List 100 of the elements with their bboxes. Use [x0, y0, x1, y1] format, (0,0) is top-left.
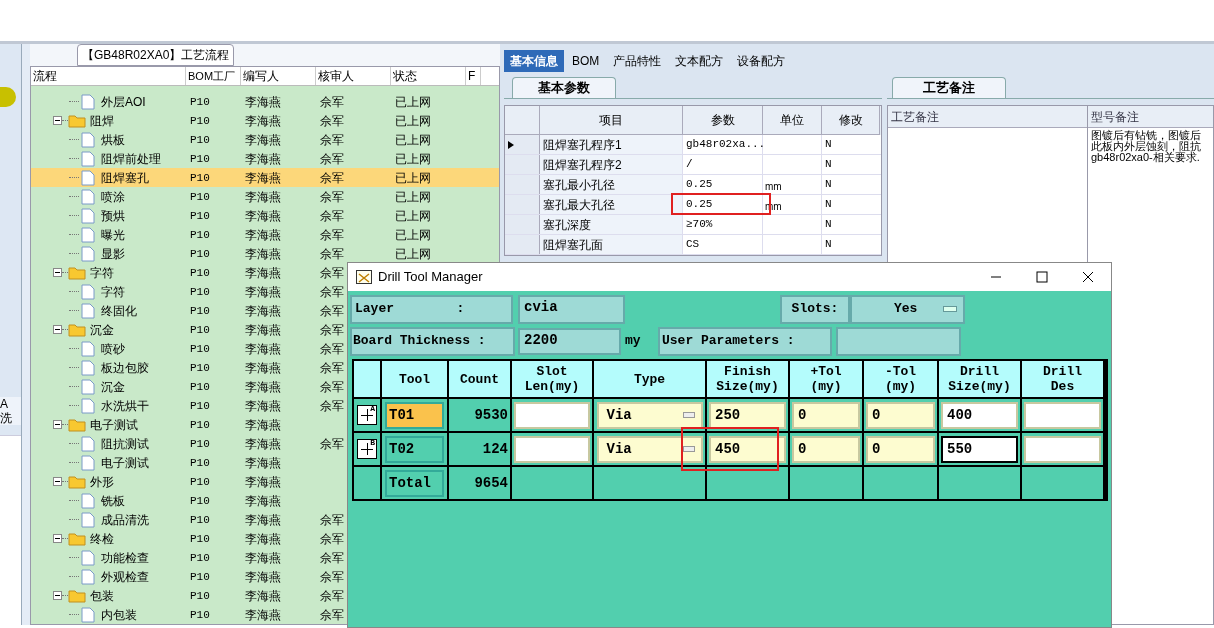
column-header[interactable]: 核审人 [318, 67, 354, 85]
tree-label: 包装 [90, 587, 114, 605]
tab-label[interactable]: A [0, 397, 21, 411]
folder-icon [68, 531, 86, 546]
table-row[interactable]: 塞孔最小孔径 0.25 mm N [505, 175, 881, 195]
document-icon [81, 492, 95, 509]
collapse-icon[interactable] [53, 591, 62, 600]
table-cell: 佘军 [320, 246, 344, 261]
input-field[interactable]: 0 [792, 435, 860, 463]
panel-tab[interactable]: 工艺备注 [892, 77, 1006, 98]
input-field[interactable]: 250 [709, 401, 786, 429]
tab[interactable]: 基本信息 [504, 50, 564, 72]
tree-row[interactable]: 包装 P10 李海燕 佘军 [31, 586, 499, 605]
table-cell: P10 [190, 267, 210, 280]
expand-button[interactable]: B [357, 439, 377, 459]
column-header[interactable]: 流程 [33, 67, 57, 85]
table-cell: 佘军 [320, 208, 344, 223]
tree-row[interactable]: 功能检查 P10 李海燕 佘军 [31, 548, 499, 567]
input-field[interactable] [1024, 435, 1101, 463]
collapse-icon[interactable] [53, 420, 62, 429]
row-header[interactable] [505, 135, 540, 154]
table-row[interactable]: 阻焊塞孔面 CS N [505, 235, 881, 255]
tree-label: 曝光 [101, 226, 125, 244]
panel-title-tab[interactable]: 【GB48R02XA0】工艺流程 [77, 44, 235, 66]
column-header[interactable]: BOM工厂 [188, 67, 236, 85]
tree-label: 阻焊 [90, 112, 114, 130]
document-icon [81, 226, 95, 243]
table-row[interactable]: 阻焊塞孔程序2 / N [505, 155, 881, 175]
input-field[interactable]: 450 [709, 435, 786, 463]
table-row[interactable]: 阻焊塞孔程序1 gb48r02xa... N [505, 135, 881, 155]
tree-label: 电子测试 [90, 416, 138, 434]
panel-tab[interactable]: 基本参数 [512, 77, 616, 98]
tree-label: 字符 [90, 264, 114, 282]
tree-row[interactable]: 曝光 P10 李海燕 佘军 已上网 [31, 225, 499, 244]
tree-row[interactable]: 烘板 P10 李海燕 佘军 已上网 [31, 130, 499, 149]
column-header[interactable]: 修改 [838, 111, 863, 129]
input-field[interactable]: 400 [941, 401, 1018, 429]
table-cell: P10 [190, 514, 210, 527]
tree-row[interactable]: 阻焊塞孔 P10 李海燕 佘军 已上网 [31, 168, 499, 187]
user-parameters-field[interactable] [836, 326, 961, 356]
table-row[interactable]: 塞孔深度 ≥70% N [505, 215, 881, 235]
column-header[interactable]: 参数 [710, 111, 735, 129]
layer-field[interactable]: cvia [518, 294, 625, 324]
tool-button[interactable]: T02 [385, 435, 444, 463]
collapse-icon[interactable] [53, 477, 62, 486]
type-dropdown[interactable]: Via [596, 401, 703, 429]
column-header[interactable]: F [468, 67, 476, 85]
tree-row[interactable]: 内包装 P10 李海燕 佘军 [31, 605, 499, 624]
table-cell: P10 [190, 305, 210, 318]
tree-row[interactable]: 阻焊 P10 李海燕 佘军 已上网 [31, 111, 499, 130]
tab[interactable]: 设备配方 [731, 50, 792, 72]
input-field[interactable]: 0 [866, 401, 935, 429]
thickness-field[interactable]: 2200 [518, 327, 621, 355]
tree-row[interactable]: 终检 P10 李海燕 佘军 [31, 529, 499, 548]
column-header: Count [460, 371, 499, 387]
input-field[interactable]: 0 [866, 435, 935, 463]
tab[interactable]: 产品特性 [607, 50, 668, 72]
table-cell-text: N [825, 177, 832, 193]
splitter[interactable] [22, 44, 30, 625]
corner-header [354, 361, 380, 397]
collapse-icon[interactable] [53, 534, 62, 543]
column-header[interactable]: 状态 [393, 67, 417, 85]
collapse-icon[interactable] [53, 268, 62, 277]
tree-row[interactable]: 显影 P10 李海燕 佘军 已上网 [31, 244, 499, 263]
tree-row[interactable]: 外观检查 P10 李海燕 佘军 [31, 567, 499, 586]
user-parameters-button[interactable]: User Parameters : [658, 326, 832, 356]
table-cell: 已上网 [395, 113, 431, 128]
input-field[interactable] [514, 401, 590, 429]
document-icon [81, 93, 95, 110]
tool-button[interactable]: T01 [385, 401, 444, 429]
input-field[interactable] [514, 435, 590, 463]
table-cell: 佘军 [320, 360, 344, 375]
column-header[interactable]: 编写人 [243, 67, 279, 85]
tab-label[interactable]: 洗 [0, 411, 21, 425]
table-cell: P10 [190, 172, 210, 185]
tree-row[interactable]: 外层AOI P10 李海燕 佘军 已上网 [31, 92, 499, 111]
input-field[interactable] [1024, 401, 1101, 429]
input-field[interactable]: 550 [941, 435, 1018, 463]
column-header[interactable]: 项目 [599, 111, 623, 129]
total-button[interactable]: Total [385, 469, 444, 497]
input-field[interactable]: 0 [792, 401, 860, 429]
table-cell: P10 [190, 400, 210, 413]
document-icon [81, 568, 95, 585]
collapse-icon[interactable] [53, 325, 62, 334]
document-icon [81, 302, 95, 319]
expand-button[interactable]: A [357, 405, 377, 425]
tree-label: 沉金 [90, 321, 114, 339]
type-dropdown[interactable]: Via [596, 435, 703, 463]
tab[interactable]: BOM [566, 50, 606, 72]
tab[interactable]: 文本配方 [669, 50, 730, 72]
document-icon [81, 549, 95, 566]
tree-row[interactable]: 成品清洗 P10 李海燕 佘军 [31, 510, 499, 529]
document-icon [81, 150, 95, 167]
collapse-icon[interactable] [53, 116, 62, 125]
table-cell: 佘军 [320, 227, 344, 242]
tree-row[interactable]: 喷涂 P10 李海燕 佘军 已上网 [31, 187, 499, 206]
column-header[interactable]: 单位 [780, 111, 804, 129]
tree-row[interactable]: 阻焊前处理 P10 李海燕 佘军 已上网 [31, 149, 499, 168]
tree-row[interactable]: 预烘 P10 李海燕 佘军 已上网 [31, 206, 499, 225]
slots-dropdown[interactable]: Yes [850, 294, 965, 324]
